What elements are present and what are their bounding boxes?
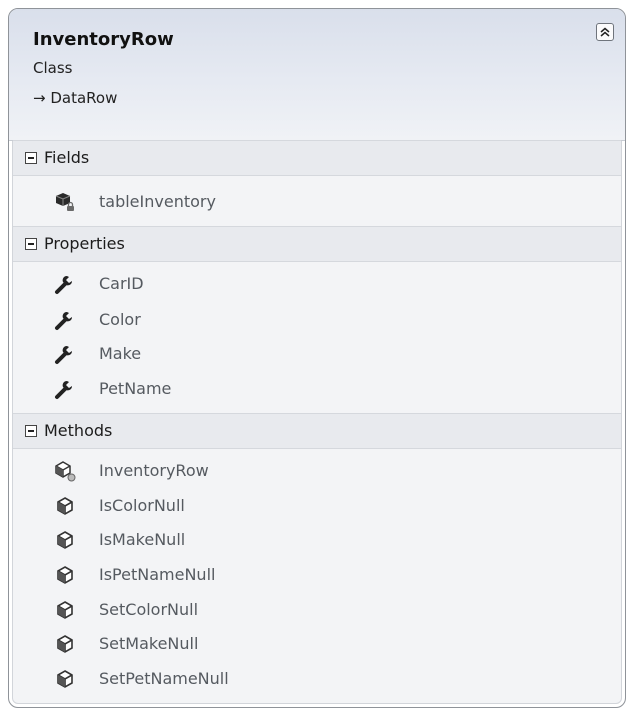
methods-section-header[interactable]: Methods (13, 413, 621, 449)
wrench-icon (55, 274, 74, 294)
method-item[interactable]: SetPetNameNull (54, 663, 474, 695)
property-item[interactable]: Color (54, 304, 474, 336)
class-diagram-box[interactable]: InventoryRow Class → DataRow Fields tabl… (8, 8, 626, 708)
field-item[interactable]: tableInventory (54, 186, 474, 218)
class-header: InventoryRow Class → DataRow (9, 9, 625, 141)
properties-section-label: Properties (44, 234, 125, 253)
method-name: SetMakeNull (99, 634, 199, 653)
method-icon (57, 566, 73, 584)
method-name: IsPetNameNull (99, 565, 216, 584)
collapse-chevron-up-icon[interactable] (596, 23, 614, 41)
method-name: IsColorNull (99, 496, 185, 515)
property-name: PetName (99, 379, 172, 398)
collapse-minus-icon[interactable] (25, 238, 37, 250)
wrench-icon (55, 344, 74, 364)
method-icon (57, 497, 73, 515)
method-icon (57, 531, 73, 549)
method-icon (57, 670, 73, 688)
method-item[interactable]: SetMakeNull (54, 628, 474, 660)
method-icon (57, 635, 73, 653)
class-name: InventoryRow (33, 29, 174, 50)
method-item[interactable]: IsColorNull (54, 490, 474, 522)
method-name: SetPetNameNull (99, 669, 229, 688)
method-name: IsMakeNull (99, 530, 186, 549)
constructor-icon (55, 461, 76, 482)
method-item[interactable]: IsPetNameNull (54, 559, 474, 591)
property-name: CarID (99, 274, 144, 293)
method-icon (57, 601, 73, 619)
wrench-icon (55, 379, 74, 399)
field-private-icon (55, 192, 75, 212)
property-item[interactable]: CarID (54, 268, 474, 300)
methods-section-label: Methods (44, 421, 113, 440)
field-name: tableInventory (99, 192, 216, 211)
property-item[interactable]: Make (54, 338, 474, 370)
wrench-icon (55, 310, 74, 330)
property-name: Make (99, 344, 142, 363)
fields-section-header[interactable]: Fields (13, 140, 621, 176)
method-name: SetColorNull (99, 600, 199, 619)
properties-section-header[interactable]: Properties (13, 226, 621, 262)
class-kind: Class (33, 59, 73, 77)
property-name: Color (99, 310, 141, 329)
method-item[interactable]: SetColorNull (54, 594, 474, 626)
method-item[interactable]: InventoryRow (54, 455, 474, 487)
collapse-minus-icon[interactable] (25, 152, 37, 164)
property-item[interactable]: PetName (54, 373, 474, 405)
base-class: → DataRow (33, 89, 118, 107)
method-name: InventoryRow (99, 461, 209, 480)
fields-section-label: Fields (44, 148, 90, 167)
collapse-minus-icon[interactable] (25, 425, 37, 437)
method-item[interactable]: IsMakeNull (54, 524, 474, 556)
